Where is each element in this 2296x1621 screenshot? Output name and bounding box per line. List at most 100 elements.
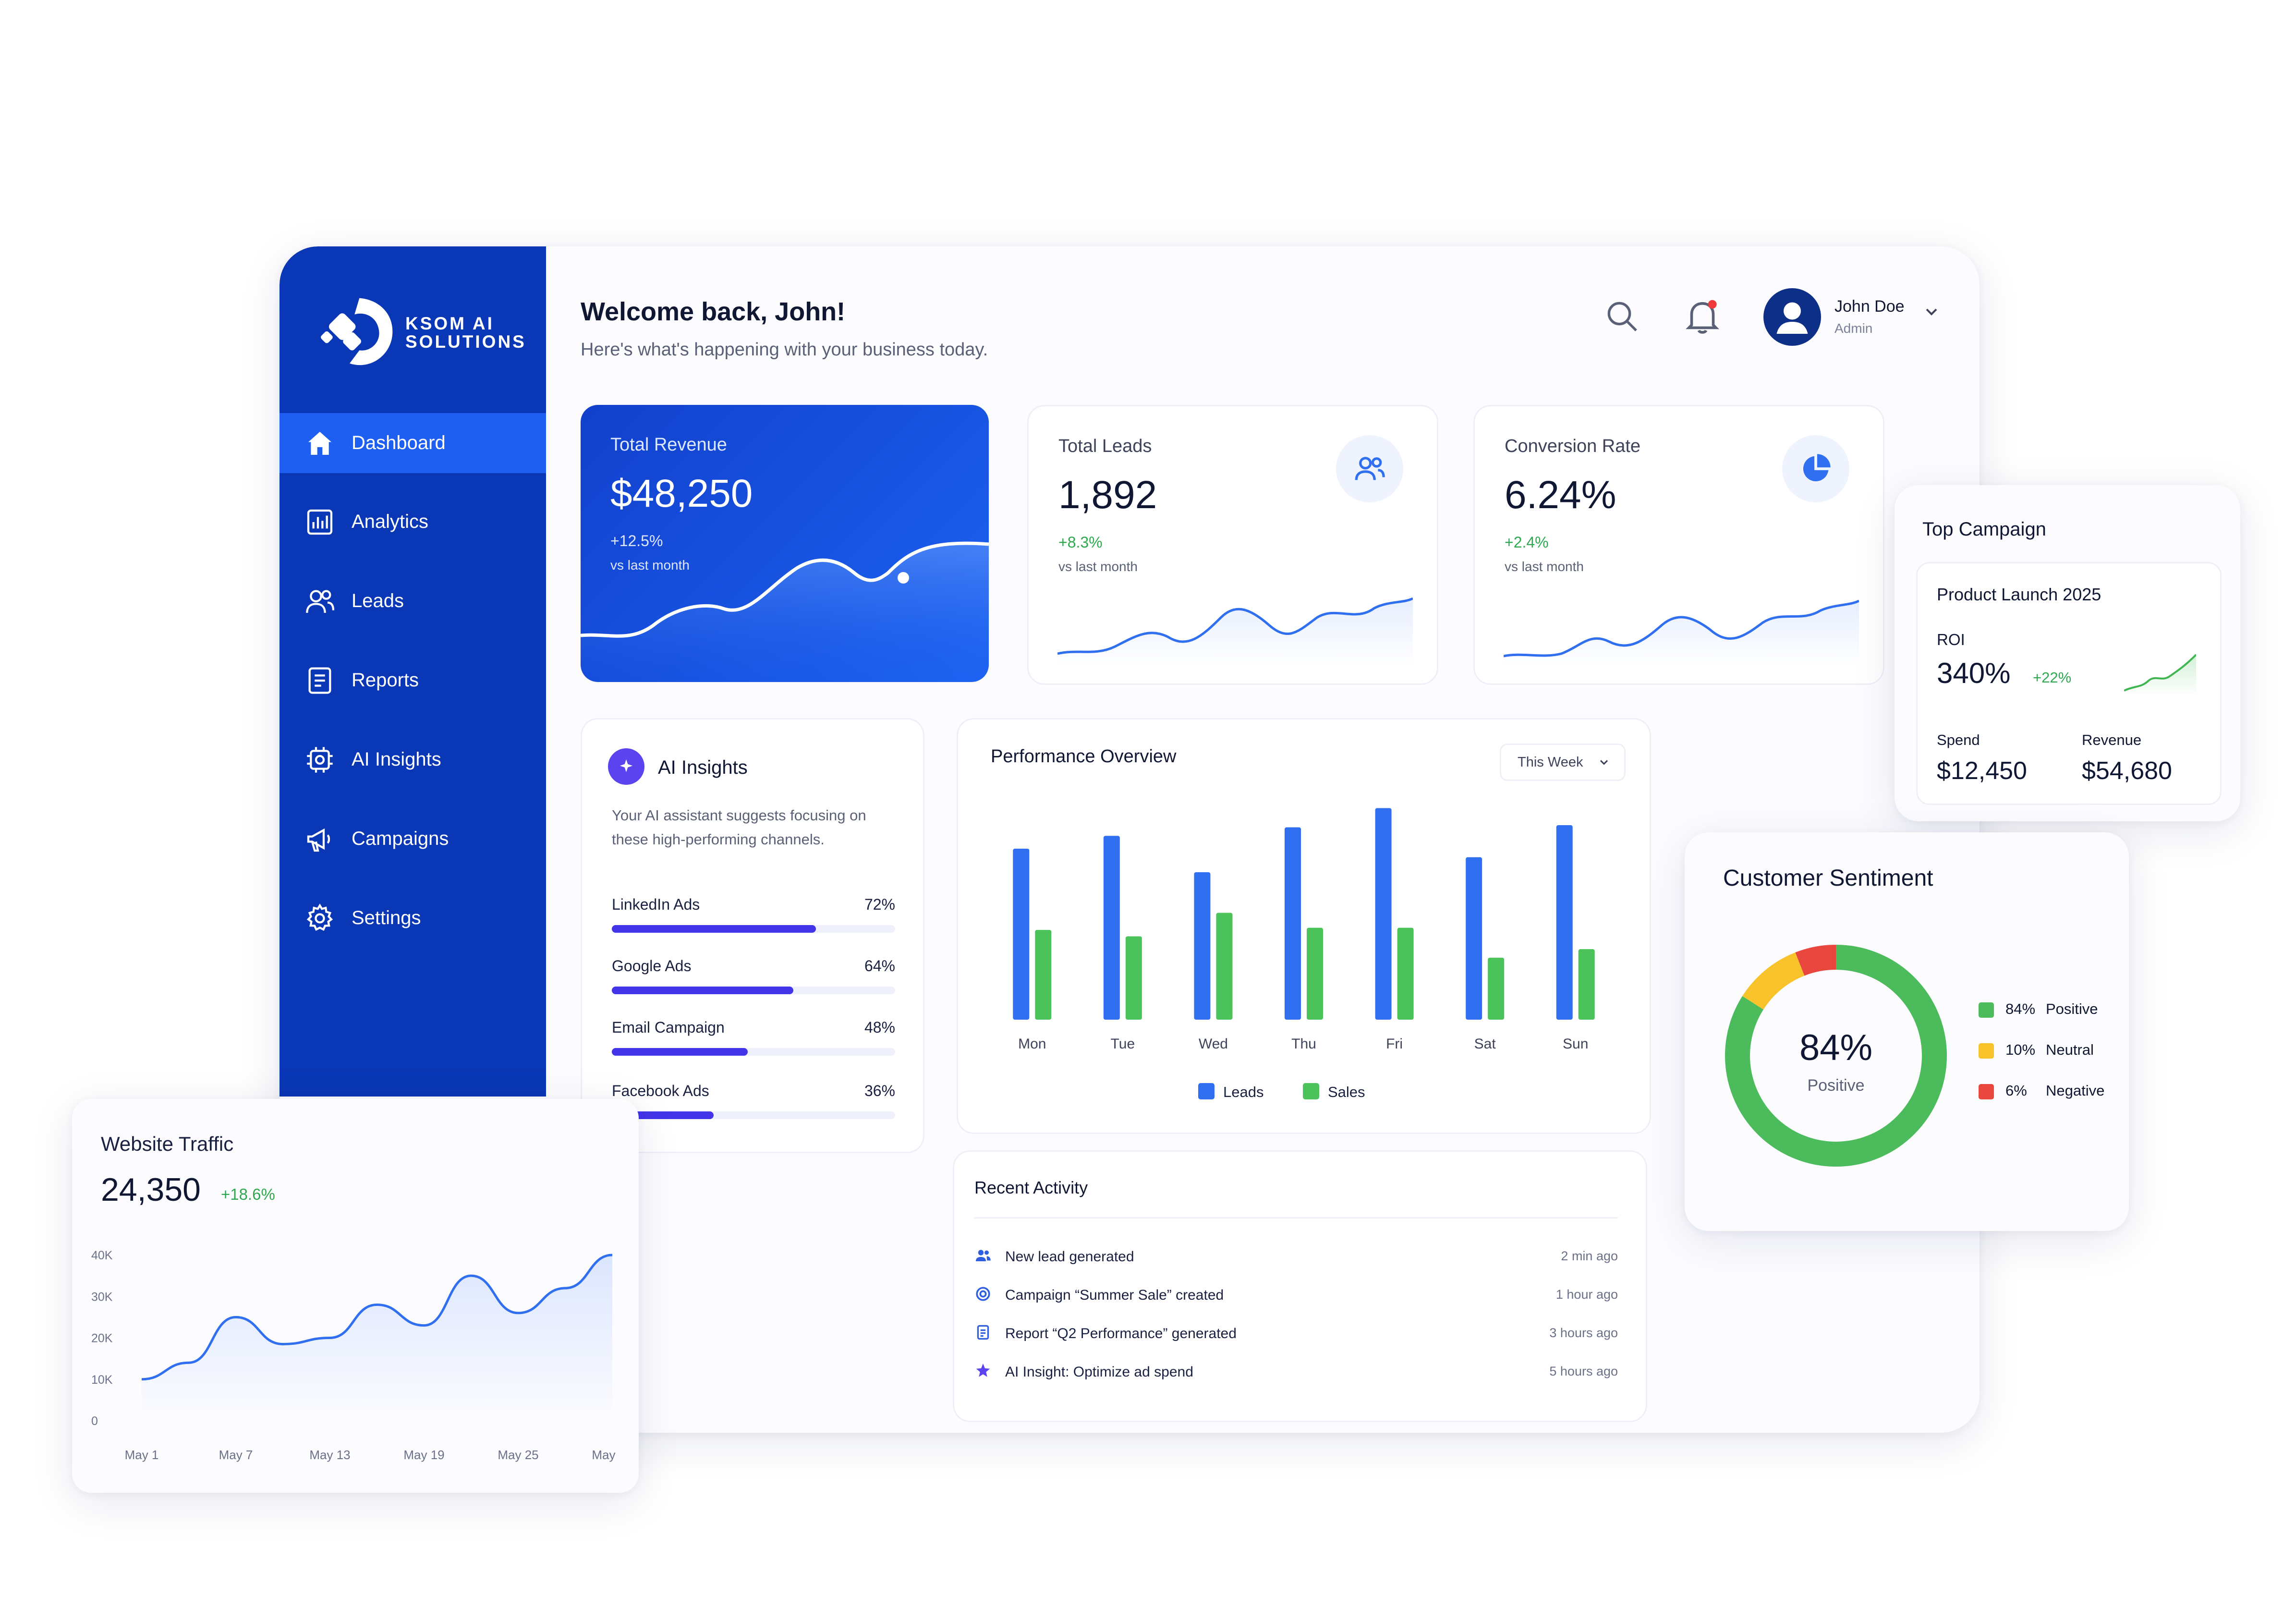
conversion-sparkline: [1504, 599, 1859, 666]
bar-leads-thu[interactable]: [1285, 827, 1301, 1020]
channel-progress-fill: [612, 987, 793, 994]
sidebar-item-ai-insights[interactable]: AI Insights: [279, 730, 546, 790]
user-avatar-icon: [1776, 302, 1808, 334]
spend-value: $12,450: [1937, 757, 2027, 785]
channel-percent: 72%: [864, 896, 895, 913]
users-icon: [976, 1250, 991, 1261]
channel-progress-track: [612, 1111, 895, 1119]
chevron-down-icon[interactable]: [1922, 302, 1941, 321]
brand-logo-icon: [321, 298, 393, 366]
legend-label: Negative: [2046, 1082, 2105, 1099]
gear-icon: [306, 903, 333, 931]
sparkle-icon: [976, 1364, 990, 1377]
kpi-label: Total Leads: [1058, 436, 1152, 456]
traffic-area-chart: 0 10K 20K 30K 40K May 1 May 7 May 13 May 19 May 2…: [91, 1249, 620, 1462]
bar-leads-mon[interactable]: [1013, 849, 1030, 1020]
range-select[interactable]: This Week: [1500, 743, 1626, 781]
kpi-value: $48,250: [610, 472, 753, 515]
bar-leads-sun[interactable]: [1556, 825, 1573, 1020]
bar-sales-sat[interactable]: [1488, 957, 1505, 1020]
bar-leads-fri[interactable]: [1375, 808, 1392, 1020]
campaign-name: Product Launch 2025: [1937, 585, 2102, 604]
channel-percent: 64%: [864, 957, 895, 975]
revenue-sparkline: [581, 541, 989, 682]
bell-icon: [1686, 300, 1719, 334]
activity-time: 1 hour ago: [1555, 1287, 1618, 1302]
sidebar-item-analytics[interactable]: Analytics: [279, 492, 546, 552]
range-select-value: This Week: [1518, 755, 1583, 770]
channel-name: Facebook Ads: [612, 1082, 709, 1099]
ai-insights-card: AI Insights Your AI assistant suggests f…: [581, 718, 924, 1153]
y-tick-label: 10K: [91, 1373, 113, 1387]
sidebar-item-label: Reports: [352, 670, 419, 691]
top-campaign-card: Top Campaign Product Launch 2025 ROI 340…: [1895, 485, 2240, 821]
kpi-label: Conversion Rate: [1505, 436, 1641, 456]
legend-label-sales: Sales: [1328, 1084, 1365, 1100]
sidebar-item-dashboard[interactable]: Dashboard: [279, 413, 546, 473]
brand-name: KSOM AI SOLUTIONS: [405, 315, 526, 351]
user-name: John Doe: [1834, 297, 1905, 316]
activity-text: AI Insight: Optimize ad spend: [1005, 1364, 1193, 1380]
performance-overview-card: Performance Overview This Week Mon Tue Wed…: [957, 718, 1651, 1134]
kpi-value: 6.24%: [1505, 473, 1616, 517]
sidebar-item-label: Dashboard: [352, 432, 446, 453]
sidebar-item-reports[interactable]: Reports: [279, 650, 546, 710]
x-tick-label: Wed: [1199, 1036, 1228, 1052]
kpi-card-leads: Total Leads 1,892 +8.3% vs last month: [1027, 405, 1438, 685]
x-tick-label: Sun: [1563, 1036, 1588, 1052]
bar-sales-mon[interactable]: [1035, 930, 1052, 1020]
activity-item[interactable]: AI Insight: Optimize ad spend 5 hours ag…: [974, 1358, 1618, 1387]
megaphone-icon: [307, 828, 330, 852]
bar-leads-sat[interactable]: [1466, 857, 1482, 1020]
activity-text: Campaign “Summer Sale” created: [1005, 1287, 1224, 1303]
brand-name-line2: SOLUTIONS: [405, 332, 526, 352]
bar-sales-tue[interactable]: [1125, 936, 1142, 1020]
bar-leads-wed[interactable]: [1194, 872, 1211, 1020]
channel-progress-track: [612, 925, 895, 933]
avatar[interactable]: [1763, 288, 1821, 346]
traffic-change: +18.6%: [221, 1185, 275, 1203]
x-tick-label: Tue: [1111, 1036, 1135, 1052]
bar-sales-wed[interactable]: [1216, 913, 1233, 1020]
y-tick-label: 30K: [91, 1290, 113, 1304]
notifications-button[interactable]: [1681, 294, 1724, 338]
kpi-change: +8.3%: [1058, 534, 1103, 551]
bar-sales-fri[interactable]: [1397, 927, 1414, 1020]
recent-activity-card: Recent Activity New lead generated 2 min…: [953, 1150, 1647, 1422]
bar-sales-sun[interactable]: [1578, 949, 1595, 1020]
sidebar-item-label: Settings: [352, 907, 421, 928]
activity-item[interactable]: Campaign “Summer Sale” created 1 hour ag…: [974, 1281, 1618, 1310]
donut-center-label: Positive: [1807, 1076, 1865, 1095]
sidebar-item-settings[interactable]: Settings: [279, 888, 546, 948]
search-icon[interactable]: [1603, 297, 1641, 335]
users-icon: [1355, 457, 1385, 480]
page-title: Welcome back, John!: [581, 297, 846, 326]
legend-swatch-neutral: [1979, 1043, 1994, 1059]
legend-label: Positive: [2046, 1000, 2098, 1017]
bar-sales-thu[interactable]: [1307, 927, 1323, 1020]
spend-label: Spend: [1937, 731, 1980, 748]
pie-chart-icon: [1803, 454, 1831, 482]
document-icon: [977, 1325, 989, 1340]
activity-time: 3 hours ago: [1549, 1326, 1618, 1340]
legend-percent: 10%: [2005, 1041, 2036, 1058]
sidebar-item-campaigns[interactable]: Campaigns: [279, 809, 546, 869]
x-tick-label: May 25: [498, 1448, 538, 1462]
channel-percent: 36%: [864, 1082, 895, 1099]
sidebar-item-leads[interactable]: Leads: [279, 571, 546, 631]
activity-item[interactable]: Report “Q2 Performance” generated 3 hour…: [974, 1320, 1618, 1349]
sidebar-item-label: Leads: [352, 590, 404, 611]
legend-swatch-leads: [1198, 1083, 1215, 1099]
legend-label-leads: Leads: [1223, 1084, 1264, 1100]
legend-swatch-positive: [1979, 1002, 1994, 1018]
brand-name-line1: KSOM AI: [405, 314, 494, 333]
bar-leads-tue[interactable]: [1103, 836, 1120, 1020]
campaign-detail-panel[interactable]: Product Launch 2025 ROI 340% +22% Spend …: [1916, 562, 2222, 805]
sidebar-item-label: Campaigns: [352, 828, 449, 849]
x-tick-label: May 7: [219, 1448, 253, 1462]
document-icon: [308, 667, 331, 694]
kpi-icon-badge: [1782, 435, 1849, 502]
kpi-card-revenue: Total Revenue $48,250 +12.5% vs last mon…: [581, 405, 989, 682]
y-tick-label: 40K: [91, 1249, 113, 1262]
activity-item[interactable]: New lead generated 2 min ago: [974, 1243, 1618, 1272]
